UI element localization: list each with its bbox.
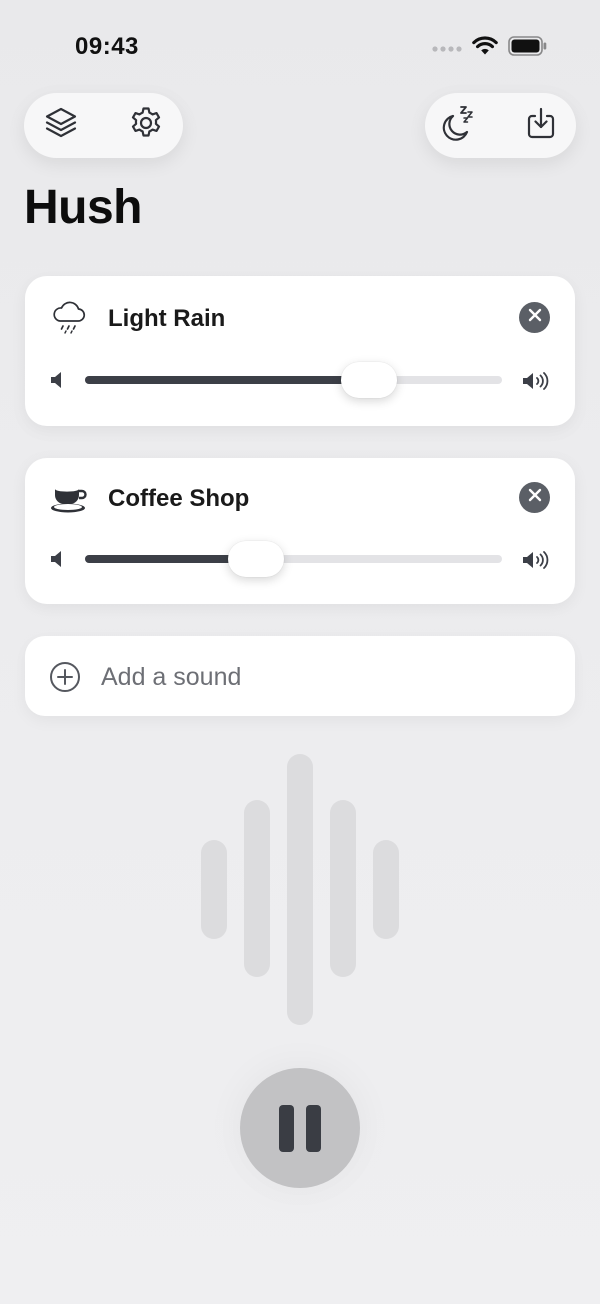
- status-icons: [432, 36, 548, 61]
- wifi-icon: [472, 36, 498, 61]
- signal-dots-icon: [432, 40, 462, 58]
- remove-sound-button[interactable]: [519, 482, 550, 513]
- download-icon: [523, 105, 559, 146]
- pause-icon: [279, 1104, 321, 1152]
- coffee-cup-icon: [49, 478, 89, 518]
- toolbar-left-pill: [24, 93, 183, 158]
- sound-card: Coffee Shop: [25, 458, 575, 604]
- volume-low-icon: [49, 370, 65, 390]
- status-time: 09:43: [75, 33, 139, 60]
- sound-card: Light Rain: [25, 276, 575, 426]
- volume-slider-thumb[interactable]: [340, 362, 397, 398]
- plus-circle-icon: [49, 661, 81, 693]
- battery-icon: [508, 36, 548, 61]
- page-title: Hush: [24, 181, 143, 234]
- layers-button[interactable]: [39, 104, 83, 148]
- toolbar-right-pill: [425, 93, 576, 158]
- volume-high-icon: [521, 549, 551, 571]
- sleep-timer-button[interactable]: [437, 104, 481, 148]
- sound-label: Light Rain: [108, 305, 226, 332]
- status-bar: 09:43: [0, 0, 600, 96]
- remove-sound-button[interactable]: [519, 302, 550, 333]
- layers-icon: [43, 105, 79, 146]
- volume-slider-thumb[interactable]: [227, 541, 284, 577]
- visualizer-bar: [373, 840, 399, 939]
- sleep-timer-icon: [439, 103, 479, 148]
- add-sound-button[interactable]: Add a sound: [25, 636, 575, 716]
- volume-low-icon: [49, 549, 65, 569]
- add-sound-label: Add a sound: [101, 663, 242, 691]
- visualizer-bar: [287, 754, 313, 1025]
- close-icon: [528, 308, 542, 327]
- volume-high-icon: [521, 370, 551, 392]
- settings-button[interactable]: [124, 104, 168, 148]
- close-icon: [528, 488, 542, 507]
- rain-cloud-icon: [49, 298, 89, 338]
- download-button[interactable]: [519, 104, 563, 148]
- pause-button[interactable]: [240, 1068, 360, 1188]
- visualizer-bar: [201, 840, 227, 939]
- volume-slider[interactable]: [85, 541, 502, 577]
- sound-label: Coffee Shop: [108, 485, 250, 512]
- volume-slider-fill: [85, 376, 369, 384]
- visualizer-bar: [330, 800, 356, 977]
- volume-slider[interactable]: [85, 362, 502, 398]
- visualizer-bar: [244, 800, 270, 977]
- gear-icon: [128, 105, 164, 146]
